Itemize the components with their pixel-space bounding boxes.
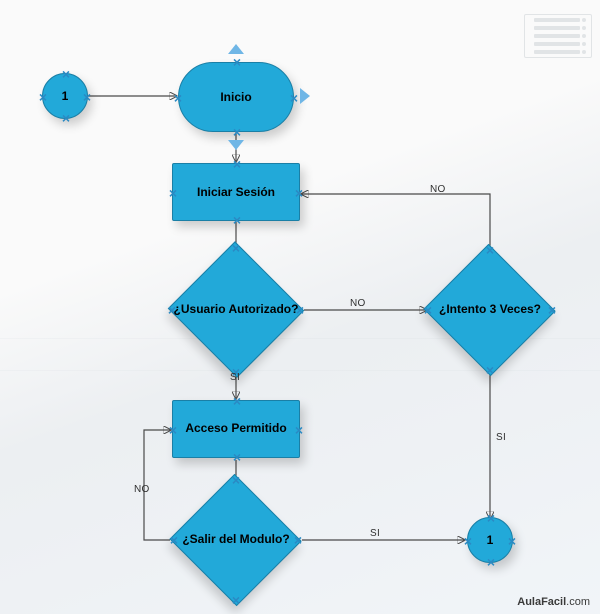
handle-icon[interactable] bbox=[485, 365, 495, 375]
handle-icon[interactable] bbox=[173, 93, 183, 103]
handle-icon[interactable] bbox=[232, 396, 242, 406]
handle-icon[interactable] bbox=[295, 305, 305, 315]
handle-icon[interactable] bbox=[463, 536, 473, 546]
handle-icon[interactable] bbox=[294, 188, 304, 198]
handle-icon[interactable] bbox=[293, 535, 303, 545]
handle-icon[interactable] bbox=[507, 536, 517, 546]
handle-icon[interactable] bbox=[486, 557, 496, 567]
connector-in-circle[interactable]: 1 bbox=[42, 73, 88, 119]
handle-icon[interactable] bbox=[294, 425, 304, 435]
edge-label-auth-no: NO bbox=[350, 298, 366, 309]
watermark-suffix: .com bbox=[566, 596, 590, 608]
process-allowed-label: Acceso Permitido bbox=[185, 422, 286, 436]
handle-icon[interactable] bbox=[423, 305, 433, 315]
handle-icon[interactable] bbox=[289, 93, 299, 103]
terminator-inicio-label: Inicio bbox=[220, 90, 251, 104]
handle-icon[interactable] bbox=[231, 475, 241, 485]
connector-out-circle[interactable]: 1 bbox=[467, 517, 513, 563]
chevron-right-icon bbox=[300, 88, 310, 104]
circuit-decor-icon bbox=[524, 14, 594, 72]
handle-icon[interactable] bbox=[168, 425, 178, 435]
handle-icon[interactable] bbox=[547, 305, 557, 315]
handle-icon[interactable] bbox=[82, 92, 92, 102]
handle-icon[interactable] bbox=[232, 452, 242, 462]
chevron-up-icon bbox=[228, 44, 244, 54]
flowchart-canvas[interactable]: 1 Inicio Iniciar Sesión ¿Usuario Autoriz… bbox=[0, 0, 600, 614]
handle-icon[interactable] bbox=[232, 127, 242, 137]
handle-icon[interactable] bbox=[231, 367, 241, 377]
handle-icon[interactable] bbox=[169, 535, 179, 545]
handle-icon[interactable] bbox=[485, 245, 495, 255]
handle-icon[interactable] bbox=[231, 243, 241, 253]
decision-auth[interactable]: ¿Usuario Autorizado? bbox=[168, 244, 304, 376]
process-login[interactable]: Iniciar Sesión bbox=[172, 163, 300, 221]
handle-icon[interactable] bbox=[61, 69, 71, 79]
decision-retry[interactable]: ¿Intento 3 Veces? bbox=[424, 246, 556, 374]
handle-icon[interactable] bbox=[232, 57, 242, 67]
process-login-label: Iniciar Sesión bbox=[197, 185, 275, 199]
chevron-down-icon bbox=[228, 140, 244, 150]
watermark: AulaFacil.com bbox=[517, 596, 590, 608]
handle-icon[interactable] bbox=[486, 513, 496, 523]
handle-icon[interactable] bbox=[231, 595, 241, 605]
edge-label-retry-si: SI bbox=[496, 432, 506, 443]
terminator-inicio[interactable]: Inicio bbox=[178, 62, 294, 132]
connector-out-label: 1 bbox=[487, 533, 494, 547]
edge-label-exit-si: SI bbox=[370, 528, 380, 539]
decision-exit[interactable]: ¿Salir del Modulo? bbox=[170, 476, 302, 604]
watermark-brand: AulaFacil bbox=[517, 596, 566, 608]
handle-icon[interactable] bbox=[38, 92, 48, 102]
handle-icon[interactable] bbox=[61, 113, 71, 123]
edge-label-retry-no: NO bbox=[430, 184, 446, 195]
handle-icon[interactable] bbox=[232, 215, 242, 225]
handle-icon[interactable] bbox=[167, 305, 177, 315]
connector-in-label: 1 bbox=[62, 89, 69, 103]
process-allowed[interactable]: Acceso Permitido bbox=[172, 400, 300, 458]
edge-label-exit-no: NO bbox=[134, 484, 150, 495]
handle-icon[interactable] bbox=[168, 188, 178, 198]
handle-icon[interactable] bbox=[232, 159, 242, 169]
